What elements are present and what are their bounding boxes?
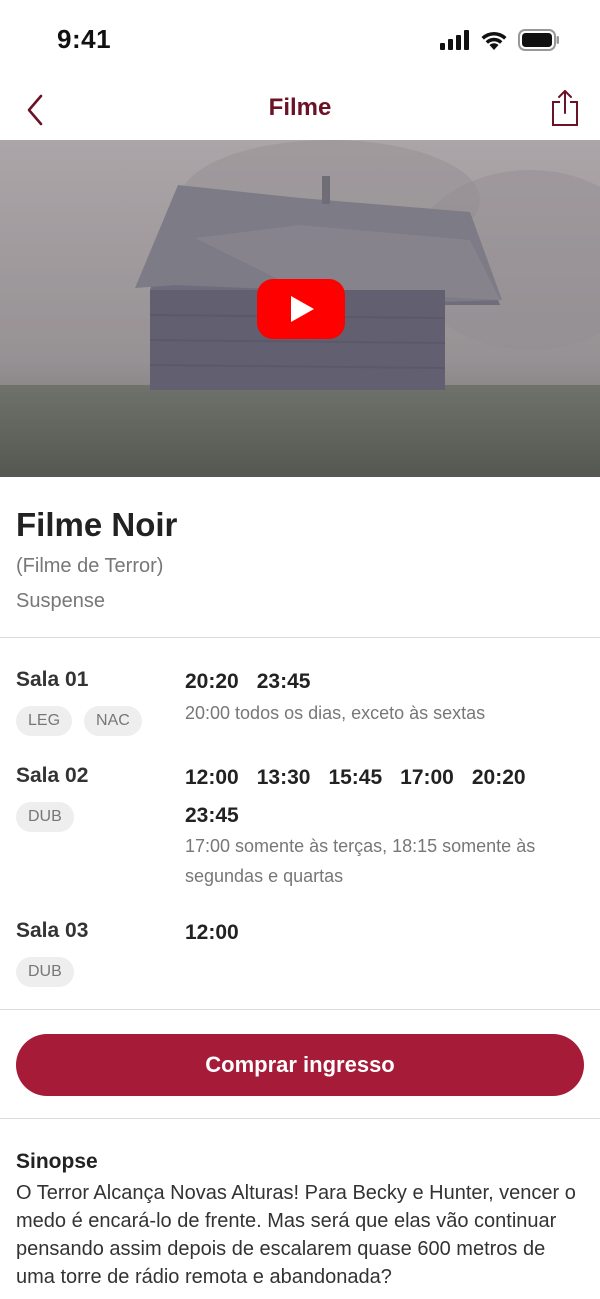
showtimes: 12:00 13:30 15:45 17:00 20:20 23:45 xyxy=(185,764,580,830)
synopsis: Sinopse O Terror Alcança Novas Alturas! … xyxy=(16,1148,584,1291)
divider xyxy=(0,637,600,638)
synopsis-text: O Terror Alcança Novas Alturas! Para Bec… xyxy=(16,1182,576,1288)
sala-tags: DUB xyxy=(16,802,74,832)
showtime[interactable]: 17:00 xyxy=(400,764,454,792)
showtime[interactable]: 12:00 xyxy=(185,919,239,947)
sala-note: 17:00 somente às terças, 18:15 somente à… xyxy=(185,836,536,886)
share-button[interactable] xyxy=(548,86,582,130)
format-tag: LEG xyxy=(16,706,73,736)
showtime[interactable]: 13:30 xyxy=(257,764,311,792)
showtime[interactable]: 20:20 xyxy=(185,668,239,696)
sala-tags: DUB xyxy=(16,957,74,987)
divider xyxy=(0,1118,600,1119)
format-tag: DUB xyxy=(16,957,74,987)
movie-genre: Suspense xyxy=(16,590,105,612)
sala-note: 20:00 todos os dias, exceto às sextas xyxy=(185,703,486,723)
sala-row: Sala 02 DUB 12:00 13:30 15:45 17:00 20:2… xyxy=(16,764,584,894)
sala-row: Sala 03 DUB 12:00 xyxy=(16,919,584,989)
page-title: Filme xyxy=(268,94,332,121)
buy-ticket-button[interactable]: Comprar ingresso xyxy=(16,1034,584,1096)
share-icon xyxy=(552,90,578,126)
divider xyxy=(0,1009,600,1010)
showtime[interactable]: 15:45 xyxy=(328,764,382,792)
showtime[interactable]: 23:45 xyxy=(185,802,239,830)
status-time: 9:41 xyxy=(57,24,112,54)
signal-icon xyxy=(440,30,469,50)
battery-icon xyxy=(518,29,559,51)
showtimes: 12:00 xyxy=(185,919,580,947)
sala-name: Sala 01 xyxy=(16,668,89,691)
showtimes: 20:20 23:45 xyxy=(185,668,580,696)
wifi-icon xyxy=(481,31,507,50)
play-icon[interactable] xyxy=(257,279,345,339)
sala-name: Sala 02 xyxy=(16,764,89,787)
sala-tags: LEG NAC xyxy=(16,706,142,736)
showtime[interactable]: 12:00 xyxy=(185,764,239,792)
showtime[interactable]: 23:45 xyxy=(257,668,311,696)
movie-info: Filme Noir (Filme de Terror) Suspense xyxy=(16,505,584,614)
format-tag: DUB xyxy=(16,802,74,832)
status-icons xyxy=(440,28,560,52)
movie-subtitle: (Filme de Terror) xyxy=(16,555,164,577)
movie-title: Filme Noir xyxy=(16,506,178,543)
nav-bar: Filme xyxy=(0,80,600,140)
showtime[interactable]: 20:20 xyxy=(472,764,526,792)
status-bar: 9:41 xyxy=(0,0,600,80)
sala-row: Sala 01 LEG NAC 20:20 23:45 20:00 todos … xyxy=(16,668,584,748)
sala-name: Sala 03 xyxy=(16,919,89,942)
format-tag: NAC xyxy=(84,706,142,736)
synopsis-title: Sinopse xyxy=(16,1150,98,1173)
trailer-video[interactable] xyxy=(0,140,600,477)
